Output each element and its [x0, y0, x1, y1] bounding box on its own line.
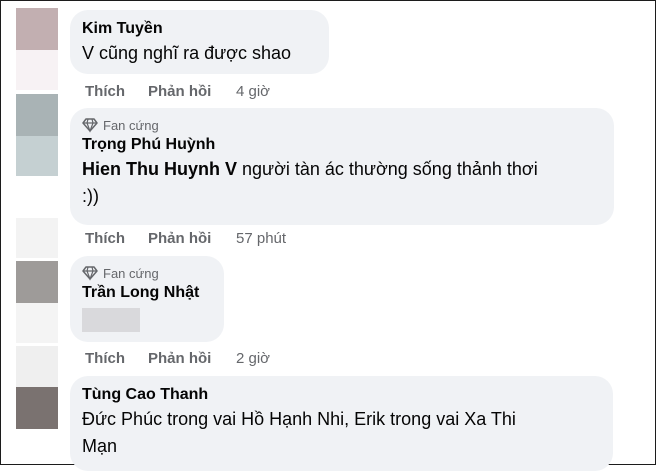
comment-actions: Thích Phản hồi 2 giờ — [85, 348, 270, 368]
like-button[interactable]: Thích — [85, 350, 148, 367]
reply-button[interactable]: Phản hồi — [148, 230, 236, 247]
comment-bubble: Fan cứng Trọng Phú Huỳnh Hien Thu Huynh … — [70, 108, 614, 225]
avatar-shadow — [16, 136, 58, 176]
comment-time[interactable]: 2 giờ — [236, 350, 270, 367]
mention-link[interactable]: Hien Thu Huynh V — [82, 159, 237, 179]
comment-text: Hien Thu Huynh V người tàn ác thường sốn… — [82, 156, 602, 183]
like-button[interactable]: Thích — [85, 83, 148, 100]
like-button[interactable]: Thích — [85, 230, 148, 247]
comment-author[interactable]: Trần Long Nhật — [82, 282, 212, 304]
avatar-shadow — [16, 346, 58, 388]
diamond-icon — [82, 118, 98, 133]
reply-button[interactable]: Phản hồi — [148, 350, 236, 367]
avatar[interactable] — [16, 8, 58, 50]
avatar-shadow — [16, 218, 58, 258]
comment-bubble: Tùng Cao Thanh Đức Phúc trong vai Hồ Hạn… — [70, 376, 613, 471]
comment-text-line2: :)) — [82, 186, 99, 206]
comment-text-line2: Mạn — [82, 436, 118, 456]
comment-time[interactable]: 4 giờ — [236, 83, 270, 100]
comment-text-body: người tàn ác thường sống thảnh thơi — [237, 159, 538, 179]
sticker-placeholder — [82, 308, 140, 332]
comment-bubble: Fan cứng Trần Long Nhật — [70, 256, 224, 342]
avatar[interactable] — [16, 261, 58, 303]
comment-time[interactable]: 57 phút — [236, 230, 286, 247]
avatar-shadow — [16, 50, 58, 90]
comment-actions: Thích Phản hồi 57 phút — [85, 228, 286, 248]
comment-author[interactable]: Kim Tuyền — [82, 18, 317, 40]
avatar[interactable] — [16, 94, 58, 136]
diamond-icon — [82, 266, 98, 281]
avatar[interactable] — [16, 387, 58, 429]
comment-text: V cũng nghĩ ra được shao — [82, 43, 291, 63]
comment-actions: Thích Phản hồi 4 giờ — [85, 81, 270, 101]
comment-author[interactable]: Trọng Phú Huỳnh — [82, 134, 602, 156]
fan-badge: Fan cứng — [82, 116, 602, 134]
comment-author[interactable]: Tùng Cao Thanh — [82, 384, 601, 406]
comment-bubble: Kim Tuyền V cũng nghĩ ra được shao — [70, 10, 329, 74]
fan-badge-label: Fan cứng — [103, 265, 159, 281]
reply-button[interactable]: Phản hồi — [148, 83, 236, 100]
fan-badge-label: Fan cứng — [103, 117, 159, 133]
fan-badge: Fan cứng — [82, 264, 212, 282]
avatar-shadow — [16, 303, 58, 343]
comment-text: Đức Phúc trong vai Hồ Hạnh Nhi, Erik tro… — [82, 409, 516, 429]
